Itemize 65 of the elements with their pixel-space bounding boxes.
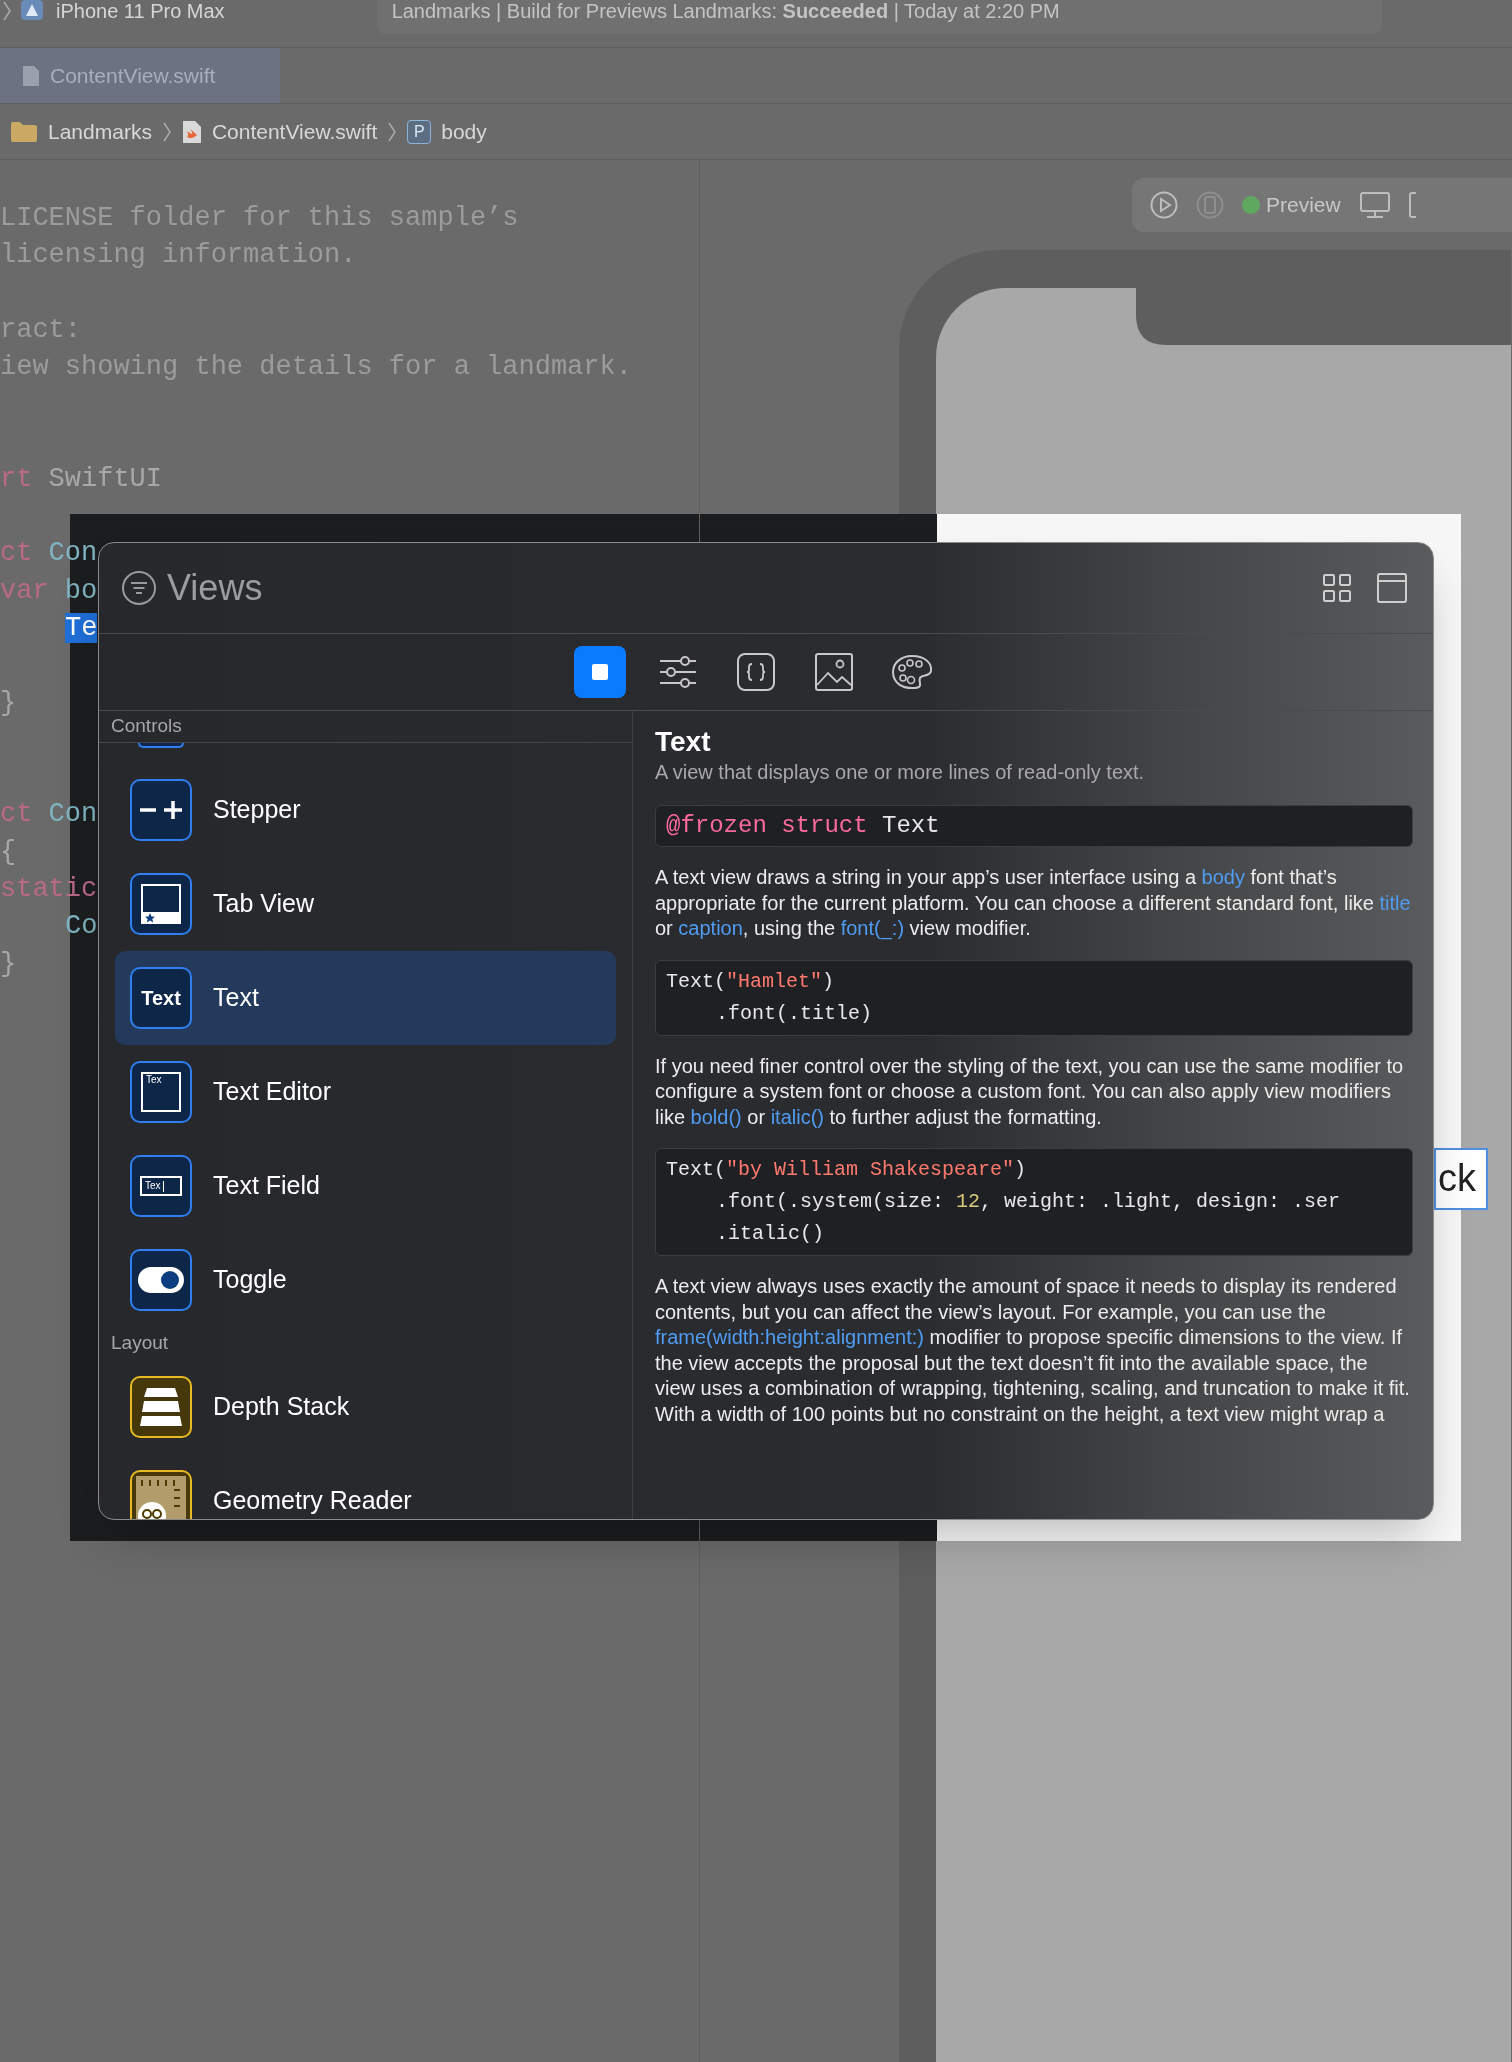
chevron-icon (2, 0, 12, 22)
library-item[interactable]: Tex Text Editor (115, 1045, 616, 1139)
paragraph: A text view draws a string in your app’s user interface using a body font that’s appropriate for the current platform. You can choose a different standard font, like title or caption, using the font(_:) view modifier. (655, 865, 1412, 942)
tab-window-icon (141, 884, 181, 924)
breadcrumb-item[interactable]: ContentView.swift (211, 115, 378, 148)
breadcrumb-item[interactable]: body (441, 115, 487, 148)
link[interactable]: bold() (690, 1105, 742, 1128)
filter-icon[interactable] (121, 570, 157, 606)
build-status: Landmarks | Build for Previews Landmarks: Succeeded | Today at 2:20 PM (376, 0, 1382, 34)
braces-icon (737, 653, 775, 691)
code-block: Text("Hamlet") .font(.title) (655, 959, 1413, 1036)
window-icon[interactable] (1377, 573, 1407, 603)
library-tab[interactable] (574, 646, 626, 698)
preview-text: ck (1434, 1148, 1488, 1210)
code-line: } (0, 686, 17, 720)
link[interactable]: font(_:) (840, 917, 905, 939)
square-icon (590, 662, 610, 682)
detail-title: Text (655, 725, 712, 759)
link[interactable]: body (1201, 866, 1245, 888)
section-header: Controls (111, 714, 182, 739)
library-item[interactable]: Stepper (115, 763, 616, 857)
ruler-reader-icon (136, 1476, 186, 1519)
code-line: { (0, 835, 17, 869)
code-line: ct Con (0, 537, 98, 571)
library-item[interactable]: Depth Stack (115, 1360, 616, 1454)
palette-icon (891, 654, 933, 690)
property-badge: P (407, 119, 432, 144)
library-item[interactable]: Toggle (115, 1233, 616, 1327)
code-block: Text("by William Shakespeare") .font(.system(size: 12, weight: .light, design: .ser .italic() (655, 1148, 1413, 1256)
folder-icon (10, 120, 38, 143)
detail-summary: A view that displays one or more lines of read-only text. (655, 760, 1146, 785)
stacked-layers-icon (139, 1387, 183, 1427)
icon-label: Text (141, 988, 181, 1008)
breadcrumb-item[interactable]: Landmarks (48, 115, 152, 148)
image-icon (815, 653, 853, 691)
library-item[interactable]: Tex Text Field (115, 1139, 616, 1233)
preview-label[interactable]: Preview (1266, 189, 1341, 221)
library-item[interactable]: Tab View (115, 857, 616, 951)
link[interactable]: caption (678, 917, 743, 939)
declaration-code-block: @frozen struct Text (655, 805, 1413, 847)
device-name[interactable]: iPhone 11 Pro Max (56, 0, 225, 22)
code-line: Co (65, 910, 98, 944)
code-line: ct Con (0, 798, 98, 832)
link[interactable]: italic() (770, 1105, 824, 1128)
code-line: rt SwiftUI (0, 462, 163, 496)
minus-plus-icon (139, 799, 183, 821)
paragraph: If you need finer control over the styling of the text, you can use the same modifier to configure a system font or choose a custom font. You can also apply view modifiers like bold() or italic() to further adjust the formatting. (655, 1053, 1405, 1130)
search-field[interactable]: Views (167, 561, 263, 615)
text-field-icon: Tex (140, 1176, 182, 1196)
chevron-icon (387, 120, 398, 143)
paragraph: A text view always uses exactly the amount of space it needs to display its rendered contents, but you can affect the view’s layout. For example, you can use the frame(width:height:alignment:) modifier to propose specific dimensions to the view. If the view accepts the proposal but the text doesn’t fit into the available space, the view uses a combination of wrapping, tightening, scaling, and truncation to make it fit. With a width of 100 points but no constraint on the height, a text view might wrap a (655, 1274, 1411, 1427)
swift-file-icon (181, 119, 202, 144)
chevron-icon (161, 120, 172, 143)
list-icon (138, 743, 184, 748)
toggle-icon (138, 1267, 184, 1293)
grid-icon[interactable] (1323, 574, 1351, 602)
library-item[interactable]: Geometry Reader (115, 1454, 616, 1519)
code-line: } (0, 947, 17, 981)
code-line: var bo (0, 574, 98, 608)
text-editor-icon: Tex (141, 1072, 181, 1112)
library-item[interactable]: Text Text (115, 951, 616, 1045)
link[interactable]: frame(width:height:alignment:) (655, 1326, 924, 1348)
document-icon (22, 64, 40, 87)
sliders-icon (659, 655, 697, 689)
section-header: Layout (111, 1331, 169, 1356)
